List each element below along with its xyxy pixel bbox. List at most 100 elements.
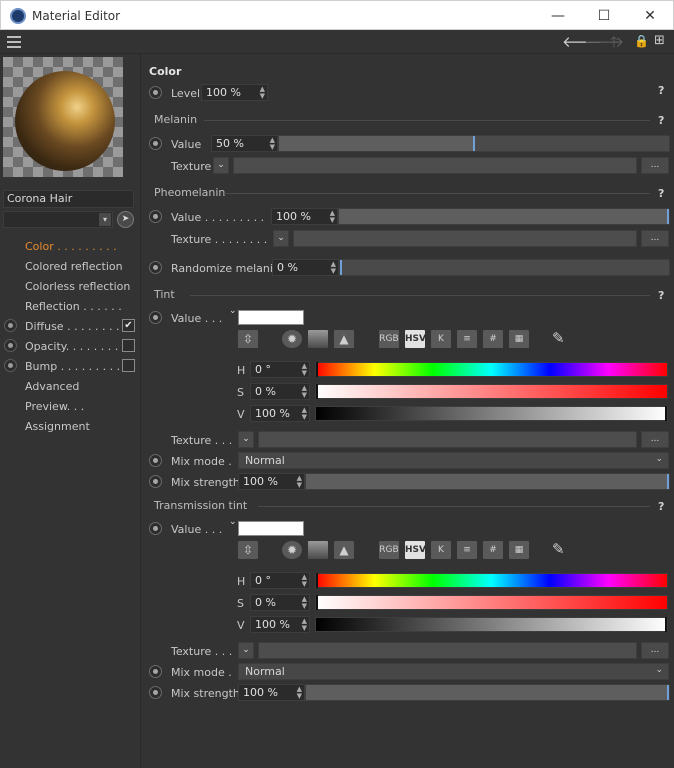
channel-item[interactable]: Preview. . . [25,400,84,413]
tint-v-gradient-slider[interactable] [315,406,668,421]
rgb-mode-button[interactable]: RGB [379,541,399,559]
transmission-mix-strength-slider[interactable] [305,684,670,701]
image-picker-icon[interactable]: ▲ [334,541,354,559]
pheomelanin-texture-dropdown[interactable]: ⌄ [273,230,289,247]
tint-mix-strength-radio[interactable] [149,475,162,488]
gradient-cursor[interactable] [316,595,318,610]
randomize-melanin-radio[interactable] [149,261,162,274]
melanin-texture-slot[interactable] [233,157,637,174]
menu-icon[interactable] [7,36,21,48]
randomize-melanin-input[interactable]: 0 % ▲ ▼ [272,259,339,276]
randomize-melanin-slider[interactable] [339,259,670,276]
close-button[interactable]: ✕ [627,1,673,31]
hex-icon[interactable]: # [483,330,503,348]
tint-value-radio[interactable] [149,311,162,324]
pheomelanin-texture-more-button[interactable]: ... [641,230,669,247]
help-icon[interactable]: ? [658,84,664,97]
tint-mix-strength-slider[interactable] [305,473,670,490]
transmission-v-gradient-slider[interactable] [315,617,668,632]
mixer-icon[interactable]: ≡ [457,330,477,348]
tint-h-input[interactable]: 0 ° ▲ ▼ [250,361,310,378]
melanin-slider[interactable] [278,135,670,152]
swap-icon[interactable]: ⇳ [238,330,258,348]
pheomelanin-texture-slot[interactable] [293,230,637,247]
tint-help-icon[interactable]: ? [658,289,664,302]
level-animate-radio[interactable] [149,86,162,99]
chevron-down-icon[interactable]: ⌄ [229,517,237,527]
material-name-field[interactable]: Corona Hair [3,190,134,208]
mixer-icon[interactable]: ≡ [457,541,477,559]
channel-enable-checkbox[interactable] [122,339,135,352]
tint-v-input[interactable]: 100 % ▲ ▼ [250,405,310,422]
transmission-texture-dropdown[interactable]: ⌄ [238,642,254,659]
channel-item[interactable]: Diffuse . . . . . . . . [25,320,120,333]
hex-icon[interactable]: # [483,541,503,559]
transmission-mix-strength-radio[interactable] [149,686,162,699]
channel-item[interactable]: Advanced [25,380,79,393]
melanin-help-icon[interactable]: ? [658,114,664,127]
tint-s-gradient-slider[interactable] [315,384,668,399]
tint-mix-strength-input[interactable]: 100 % ▲ ▼ [238,473,305,490]
pick-cursor-icon[interactable]: ➤ [117,211,134,228]
chevron-down-icon[interactable]: ⌄ [229,306,237,316]
tint-texture-slot[interactable] [258,431,637,448]
pheomelanin-value-input[interactable]: 100 % ▲ ▼ [271,208,338,225]
transmission-value-radio[interactable] [149,522,162,535]
tint-h-gradient-slider[interactable] [315,362,668,377]
transmission-h-gradient-slider[interactable] [315,573,668,588]
transmission-help-icon[interactable]: ? [658,500,664,513]
tint-color-swatch[interactable] [238,310,304,325]
channel-animate-radio[interactable] [4,339,17,352]
transmission-mix-strength-input[interactable]: 100 % ▲ ▼ [238,684,305,701]
transmission-h-input[interactable]: 0 ° ▲ ▼ [250,572,310,589]
gradient-cursor[interactable] [316,362,318,377]
maximize-button[interactable]: ☐ [581,1,627,31]
channel-item[interactable]: Opacity. . . . . . . . [25,340,118,353]
transmission-v-input[interactable]: 100 % ▲ ▼ [250,616,310,633]
gradient-cursor[interactable] [665,406,667,421]
color-spectrum-icon[interactable] [308,330,328,348]
channel-animate-radio[interactable] [4,359,17,372]
transmission-texture-slot[interactable] [258,642,637,659]
transmission-s-gradient-slider[interactable] [315,595,668,610]
transmission-s-input[interactable]: 0 % ▲ ▼ [250,594,310,611]
rgb-mode-button[interactable]: RGB [379,330,399,348]
new-window-icon[interactable]: ⊞ [654,33,665,48]
melanin-texture-more-button[interactable]: ... [641,157,669,174]
channel-item[interactable]: Colored reflection [25,260,123,273]
layer-dropdown[interactable]: ▾ [3,211,113,228]
hsv-mode-button[interactable]: HSV [405,541,426,559]
transmission-mix-mode-radio[interactable] [149,665,162,678]
gradient-cursor[interactable] [316,384,318,399]
transmission-color-swatch[interactable] [238,521,304,536]
channel-item[interactable]: Reflection . . . . . . [25,300,122,313]
kelvin-mode-button[interactable]: K [431,541,451,559]
lock-icon[interactable]: 🔒 [634,34,649,48]
transmission-texture-more-button[interactable]: ... [641,642,669,659]
minimize-button[interactable]: — [535,1,581,31]
color-spectrum-icon[interactable] [308,541,328,559]
channel-item[interactable]: Bump . . . . . . . . . [25,360,120,373]
gradient-cursor[interactable] [316,573,318,588]
channel-enable-checkbox[interactable]: ✔ [122,319,135,332]
hsv-mode-button[interactable]: HSV [405,330,426,348]
slider-thumb[interactable] [340,260,342,275]
channel-enable-checkbox[interactable] [122,359,135,372]
channel-animate-radio[interactable] [4,319,17,332]
tint-texture-dropdown[interactable]: ⌄ [238,431,254,448]
forward-arrow-icon[interactable]: 🡒 [584,32,624,51]
tint-mix-mode-dropdown[interactable]: Normal ⌄ [238,452,669,469]
eyedropper-icon[interactable]: ✎ [552,540,565,558]
swatches-icon[interactable]: ▦ [509,330,529,348]
melanin-texture-dropdown[interactable]: ⌄ [213,157,229,174]
transmission-mix-mode-dropdown[interactable]: Normal ⌄ [238,663,669,680]
slider-thumb[interactable] [667,685,669,700]
level-input[interactable]: 100 % ▲ ▼ [201,84,268,101]
channel-item[interactable]: Assignment [25,420,90,433]
pheomelanin-value-radio[interactable] [149,210,162,223]
gradient-cursor[interactable] [665,617,667,632]
slider-thumb[interactable] [473,136,475,151]
slider-thumb[interactable] [667,474,669,489]
melanin-value-radio[interactable] [149,137,162,150]
eyedropper-icon[interactable]: ✎ [552,329,565,347]
